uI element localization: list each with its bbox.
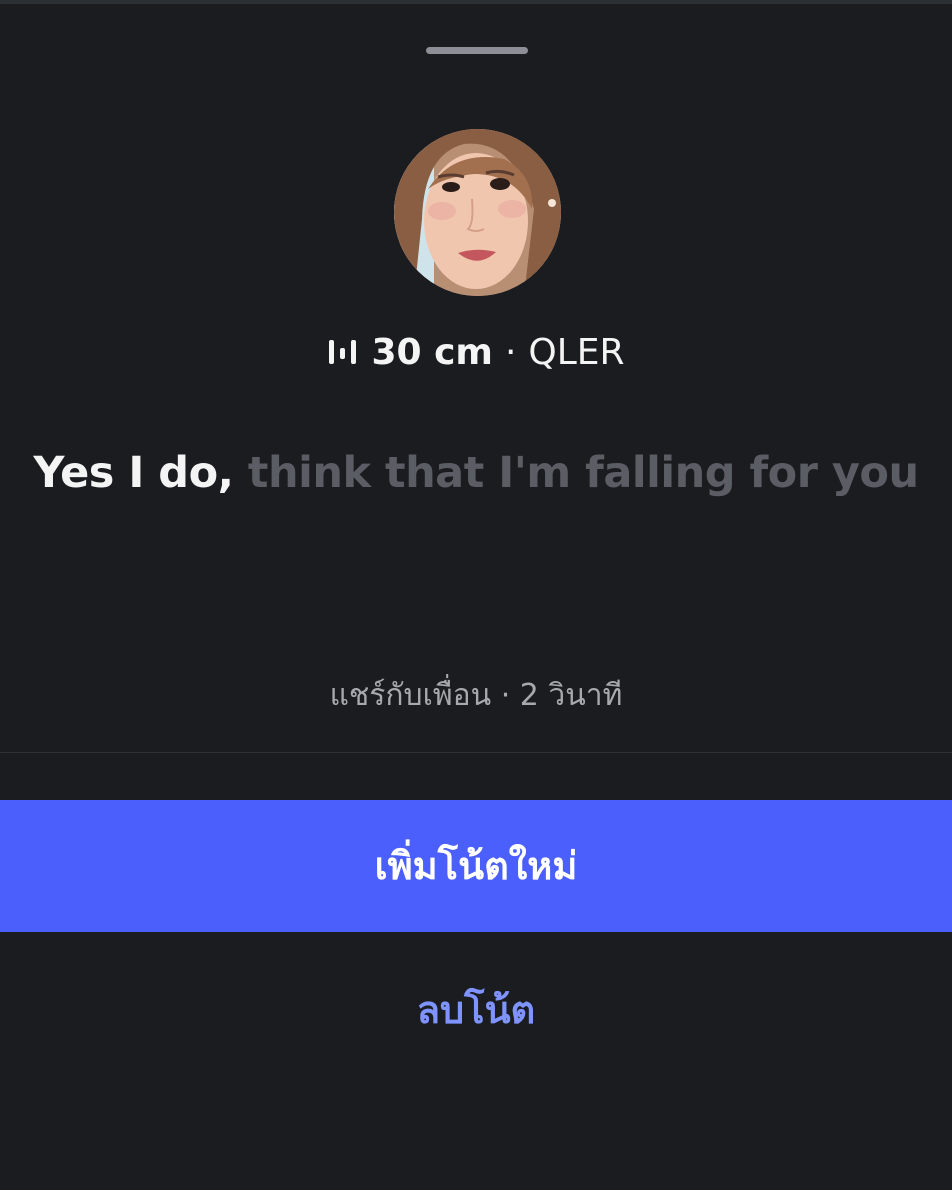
sheet-drag-handle[interactable] — [426, 47, 528, 54]
lyric-upcoming: think that I'm falling for you — [233, 448, 919, 498]
music-bars-icon — [327, 337, 359, 367]
delete-note-button[interactable]: ลบโน้ต — [0, 960, 952, 1060]
new-note-button[interactable]: เพิ่มโน้ตใหม่ — [0, 800, 952, 932]
sheet-top-edge — [0, 0, 952, 4]
note-lyric: Yes I do, think that I'm falling for you — [0, 448, 952, 498]
lyric-active: Yes I do, — [33, 448, 234, 498]
song-artist: QLER — [528, 331, 625, 373]
audience-label: แชร์กับเพื่อน — [329, 678, 492, 713]
time-ago: 2 วินาที — [519, 678, 623, 713]
divider — [0, 752, 952, 753]
meta-separator: · — [500, 678, 511, 713]
song-title: 30 cm — [371, 331, 493, 373]
note-meta: แชร์กับเพื่อน · 2 วินาที — [0, 672, 952, 719]
music-separator: · — [504, 331, 517, 373]
profile-avatar — [394, 129, 561, 296]
note-music-info[interactable]: 30 cm · QLER — [0, 328, 952, 376]
